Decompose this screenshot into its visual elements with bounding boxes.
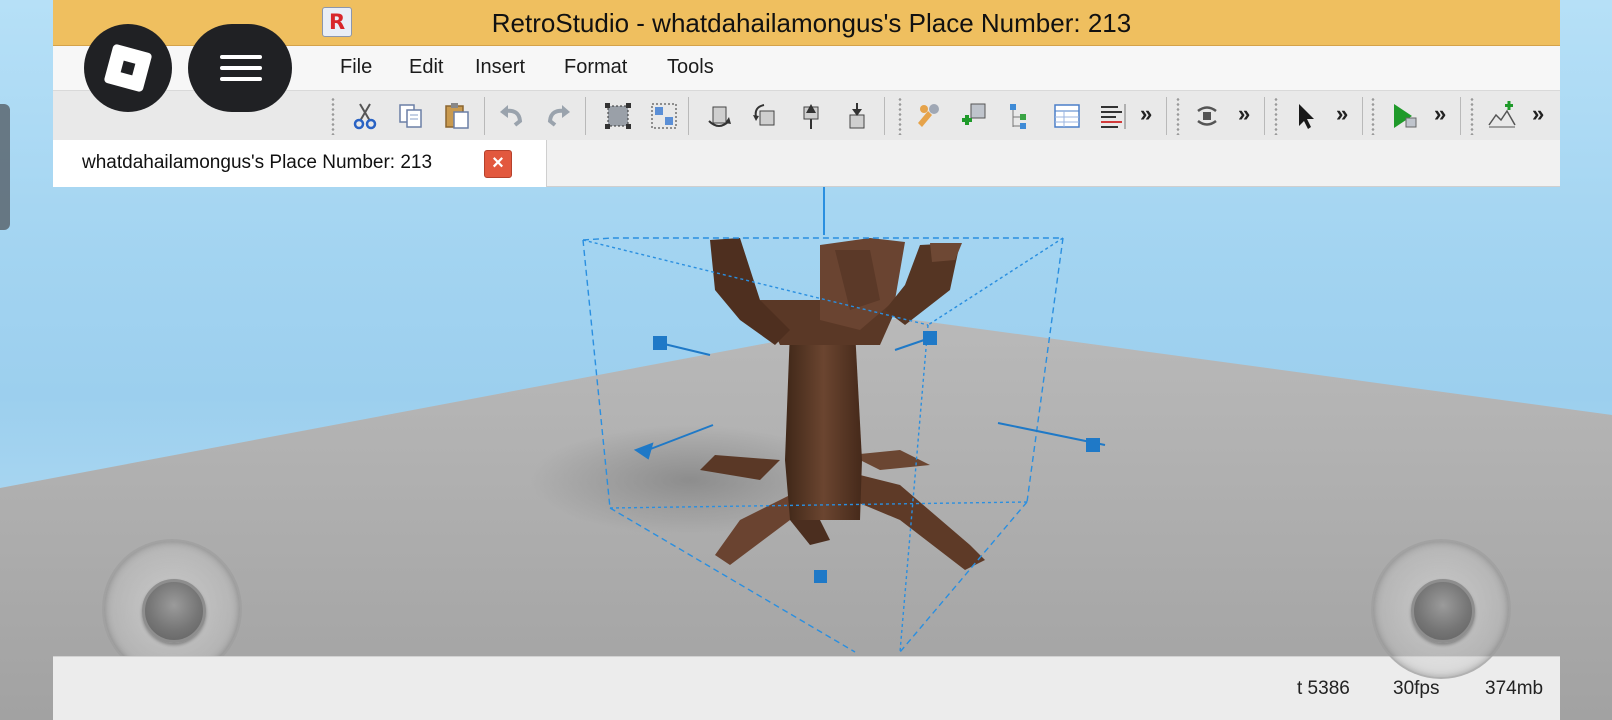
roblox-logo-button[interactable] (84, 24, 172, 112)
drop-icon[interactable] (840, 99, 874, 133)
output-icon[interactable] (1096, 99, 1130, 133)
rotate-y-icon[interactable] (702, 99, 736, 133)
hamburger-menu-icon (220, 55, 262, 59)
left-thumbstick-knob[interactable] (142, 579, 206, 643)
toolbar-separator (585, 97, 586, 135)
right-thumbstick-knob[interactable] (1411, 579, 1475, 643)
toolbar-grip[interactable] (1470, 97, 1474, 135)
toolbar-grip[interactable] (1176, 97, 1180, 135)
toolbar-overflow-chevron[interactable]: » (1140, 101, 1152, 127)
select-arrow-icon[interactable] (1289, 99, 1323, 133)
toolbar-separator (484, 97, 485, 135)
toolbar-overflow-chevron[interactable]: » (1434, 101, 1446, 127)
toolbar-grip[interactable] (331, 97, 335, 135)
copy-icon[interactable] (394, 99, 428, 133)
toolbar-grip[interactable] (1371, 97, 1375, 135)
menu-tools[interactable]: Tools (667, 56, 714, 79)
toolbar-separator (688, 97, 689, 135)
retrostudio-app-icon: R (322, 7, 352, 37)
tilt-z-icon[interactable] (748, 99, 782, 133)
cut-icon[interactable] (348, 99, 382, 133)
properties-icon[interactable] (1050, 99, 1084, 133)
toolbar-grip[interactable] (898, 97, 902, 135)
toolbar-separator (1166, 97, 1167, 135)
toolbar-separator (884, 97, 885, 135)
toolbar-separator (1362, 97, 1363, 135)
menu-format[interactable]: Format (564, 56, 627, 79)
right-thumbstick[interactable] (1371, 539, 1511, 679)
camera-reset-icon[interactable] (1190, 99, 1224, 133)
ungroup-icon[interactable] (647, 99, 681, 133)
tick-counter: t 5386 (1297, 678, 1350, 699)
lift-icon[interactable] (794, 99, 828, 133)
toolbar-overflow-chevron[interactable]: » (1238, 101, 1250, 127)
insert-model-icon[interactable] (958, 99, 992, 133)
toolbar-separator (1264, 97, 1265, 135)
document-tab-bar: whatdahailamongus's Place Number: 213 × (53, 140, 1560, 187)
menu-insert[interactable]: Insert (475, 56, 525, 79)
document-tab[interactable]: whatdahailamongus's Place Number: 213 × (53, 140, 547, 187)
side-drawer-handle[interactable] (0, 104, 10, 230)
play-icon[interactable] (1387, 99, 1421, 133)
status-bar: t 5386 30fps 374mb (53, 656, 1560, 720)
fps-counter: 30fps (1393, 678, 1440, 699)
toolbar-overflow-chevron[interactable]: » (1336, 101, 1348, 127)
toolbar-overflow-chevron[interactable]: » (1532, 101, 1544, 127)
toolbar-grip[interactable] (1274, 97, 1278, 135)
menu-file[interactable]: File (340, 56, 372, 79)
terrain-icon[interactable] (1485, 99, 1519, 133)
explorer-icon[interactable] (1004, 99, 1038, 133)
redo-icon[interactable] (541, 99, 575, 133)
close-tab-icon[interactable]: × (484, 150, 512, 178)
toolbox-icon[interactable] (912, 99, 946, 133)
undo-icon[interactable] (495, 99, 529, 133)
toolbar-separator (1460, 97, 1461, 135)
app-icon-letter: R (329, 10, 346, 34)
roblox-logo-icon (103, 43, 153, 93)
document-tab-label: whatdahailamongus's Place Number: 213 (82, 152, 433, 173)
menu-edit[interactable]: Edit (409, 56, 443, 79)
paste-icon[interactable] (440, 99, 474, 133)
group-icon[interactable] (601, 99, 635, 133)
hamburger-menu-button[interactable] (188, 24, 292, 112)
memory-counter: 374mb (1485, 678, 1544, 699)
